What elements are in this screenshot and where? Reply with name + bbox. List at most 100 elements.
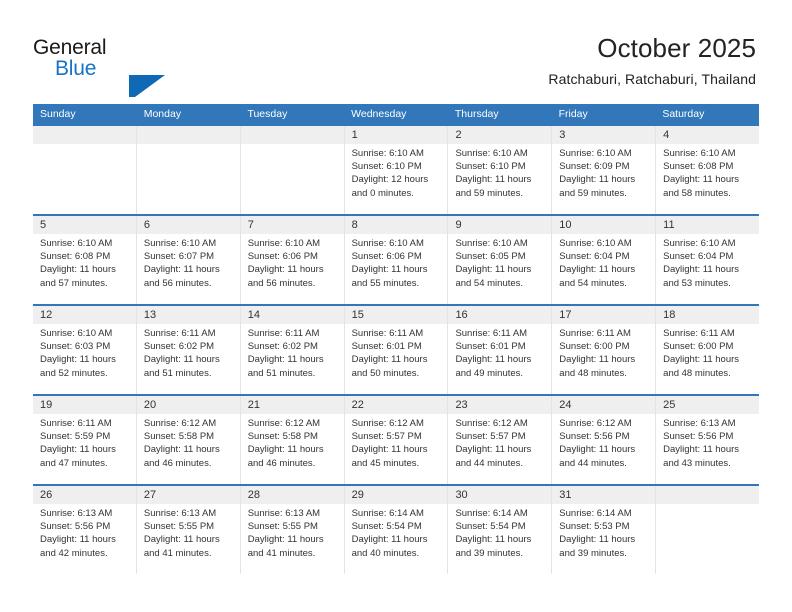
day-sun-info: Sunrise: 6:11 AM Sunset: 6:02 PM Daylight:…: [137, 324, 240, 380]
daylight-text: Daylight: 11 hours and 54 minutes.: [455, 264, 532, 289]
day-cell[interactable]: 30 Sunrise: 6:14 AM Sunset: 5:54 PM Dayligh…: [448, 486, 553, 574]
sunset-text: Sunset: 6:08 PM: [663, 161, 734, 173]
day-sun-info: Sunrise: 6:10 AM Sunset: 6:08 PM Daylight:…: [656, 144, 759, 200]
day-sun-info: Sunrise: 6:10 AM Sunset: 6:04 PM Daylight:…: [552, 234, 655, 290]
day-cell[interactable]: 7 Sunrise: 6:10 AM Sunset: 6:06 PM Daylight…: [240, 216, 345, 304]
sunset-text: Sunset: 6:02 PM: [247, 341, 318, 353]
day-cell[interactable]: 21 Sunrise: 6:12 AM Sunset: 5:58 PM Dayligh…: [240, 396, 345, 484]
sunset-text: Sunset: 5:58 PM: [143, 431, 215, 443]
sunrise-text: Sunrise: 6:10 AM: [455, 238, 528, 249]
day-cell[interactable]: 19 Sunrise: 6:11 AM Sunset: 5:59 PM Dayligh…: [33, 396, 137, 484]
day-sun-info: Sunrise: 6:10 AM Sunset: 6:09 PM Daylight:…: [552, 144, 655, 200]
sunrise-text: Sunrise: 6:10 AM: [663, 238, 736, 249]
sunrise-text: Sunrise: 6:10 AM: [559, 148, 632, 159]
daylight-text: Daylight: 11 hours and 41 minutes.: [247, 534, 324, 559]
weekday-header-wednesday: Wednesday: [351, 108, 407, 120]
sunrise-text: Sunrise: 6:10 AM: [40, 238, 113, 249]
day-cell[interactable]: 23 Sunrise: 6:12 AM Sunset: 5:57 PM Dayligh…: [448, 396, 553, 484]
day-cell[interactable]: 12 Sunrise: 6:10 AM Sunset: 6:03 PM Dayligh…: [33, 306, 137, 394]
sunset-text: Sunset: 6:06 PM: [247, 251, 318, 263]
daylight-text: Daylight: 11 hours and 58 minutes.: [663, 174, 740, 199]
day-number: 23: [448, 396, 552, 414]
sunrise-text: Sunrise: 6:10 AM: [663, 148, 736, 159]
daylight-text: Daylight: 11 hours and 56 minutes.: [143, 264, 220, 289]
day-number: 1: [344, 126, 448, 144]
day-cell[interactable]: 27 Sunrise: 6:13 AM Sunset: 5:55 PM Dayligh…: [136, 486, 241, 574]
day-cell[interactable]: 10 Sunrise: 6:10 AM Sunset: 6:04 PM Dayligh…: [552, 216, 657, 304]
day-number: 3: [552, 126, 656, 144]
day-number: 26: [33, 486, 136, 504]
day-sun-info: Sunrise: 6:12 AM Sunset: 5:56 PM Daylight:…: [552, 414, 655, 470]
day-cell[interactable]: 24 Sunrise: 6:12 AM Sunset: 5:56 PM Dayligh…: [552, 396, 657, 484]
daylight-text: Daylight: 11 hours and 54 minutes.: [559, 264, 636, 289]
daylight-text: Daylight: 11 hours and 50 minutes.: [351, 354, 428, 379]
daylight-text: Daylight: 11 hours and 47 minutes.: [40, 444, 116, 469]
day-cell[interactable]: 4 Sunrise: 6:10 AM Sunset: 6:08 PM Daylight…: [656, 126, 760, 214]
day-cell[interactable]: 25 Sunrise: 6:13 AM Sunset: 5:56 PM Dayligh…: [656, 396, 760, 484]
daylight-text: Daylight: 11 hours and 55 minutes.: [351, 264, 428, 289]
sunset-text: Sunset: 5:55 PM: [247, 521, 318, 533]
day-sun-info: Sunrise: 6:12 AM Sunset: 5:58 PM Daylight:…: [137, 414, 240, 470]
sunset-text: Sunset: 5:55 PM: [143, 521, 215, 533]
day-cell[interactable]: 17 Sunrise: 6:11 AM Sunset: 6:00 PM Dayligh…: [552, 306, 657, 394]
day-cell-empty: [136, 126, 241, 214]
sunset-text: Sunset: 6:10 PM: [455, 161, 526, 173]
sunset-text: Sunset: 6:01 PM: [351, 341, 422, 353]
day-cell[interactable]: 29 Sunrise: 6:14 AM Sunset: 5:54 PM Dayligh…: [344, 486, 449, 574]
daylight-text: Daylight: 11 hours and 56 minutes.: [247, 264, 324, 289]
day-cell[interactable]: 16 Sunrise: 6:11 AM Sunset: 6:01 PM Dayligh…: [448, 306, 553, 394]
day-number: 8: [344, 216, 448, 234]
sunset-text: Sunset: 5:58 PM: [247, 431, 318, 443]
sunrise-text: Sunrise: 6:11 AM: [455, 328, 528, 339]
sunset-text: Sunset: 6:00 PM: [663, 341, 734, 353]
day-cell[interactable]: 18 Sunrise: 6:11 AM Sunset: 6:00 PM Dayligh…: [656, 306, 760, 394]
day-sun-info: Sunrise: 6:11 AM Sunset: 6:00 PM Daylight:…: [552, 324, 655, 380]
sunrise-text: Sunrise: 6:10 AM: [351, 238, 424, 249]
sunset-text: Sunset: 6:00 PM: [559, 341, 630, 353]
daylight-text: Daylight: 11 hours and 59 minutes.: [559, 174, 636, 199]
day-cell[interactable]: 26 Sunrise: 6:13 AM Sunset: 5:56 PM Dayligh…: [33, 486, 137, 574]
day-cell[interactable]: 3 Sunrise: 6:10 AM Sunset: 6:09 PM Daylight…: [552, 126, 657, 214]
day-sun-info: Sunrise: 6:11 AM Sunset: 6:00 PM Daylight:…: [656, 324, 759, 380]
sunset-text: Sunset: 6:10 PM: [351, 161, 422, 173]
day-cell[interactable]: 9 Sunrise: 6:10 AM Sunset: 6:05 PM Daylight…: [448, 216, 553, 304]
day-cell[interactable]: 31 Sunrise: 6:14 AM Sunset: 5:53 PM Dayligh…: [552, 486, 657, 574]
daylight-text: Daylight: 11 hours and 39 minutes.: [559, 534, 636, 559]
day-number: 12: [33, 306, 136, 324]
day-cell[interactable]: 1 Sunrise: 6:10 AM Sunset: 6:10 PM Daylight…: [344, 126, 449, 214]
day-cell[interactable]: 5 Sunrise: 6:10 AM Sunset: 6:08 PM Daylight…: [33, 216, 137, 304]
day-number: [656, 486, 760, 504]
day-cell[interactable]: 20 Sunrise: 6:12 AM Sunset: 5:58 PM Dayligh…: [136, 396, 241, 484]
day-cell[interactable]: 6 Sunrise: 6:10 AM Sunset: 6:07 PM Daylight…: [136, 216, 241, 304]
day-number: 2: [448, 126, 552, 144]
day-cell[interactable]: 22 Sunrise: 6:12 AM Sunset: 5:57 PM Dayligh…: [344, 396, 449, 484]
sunrise-text: Sunrise: 6:14 AM: [351, 508, 424, 519]
day-cell[interactable]: 28 Sunrise: 6:13 AM Sunset: 5:55 PM Dayligh…: [240, 486, 345, 574]
sunset-text: Sunset: 5:56 PM: [663, 431, 734, 443]
daylight-text: Daylight: 11 hours and 48 minutes.: [559, 354, 636, 379]
day-sun-info: Sunrise: 6:12 AM Sunset: 5:58 PM Daylight:…: [241, 414, 344, 470]
sunset-text: Sunset: 6:04 PM: [663, 251, 734, 263]
day-cell[interactable]: 11 Sunrise: 6:10 AM Sunset: 6:04 PM Dayligh…: [656, 216, 760, 304]
day-cell[interactable]: 13 Sunrise: 6:11 AM Sunset: 6:02 PM Dayligh…: [136, 306, 241, 394]
sunrise-text: Sunrise: 6:10 AM: [559, 238, 632, 249]
day-number: 9: [448, 216, 552, 234]
day-number: 13: [136, 306, 240, 324]
daylight-text: Daylight: 11 hours and 49 minutes.: [455, 354, 532, 379]
day-cell[interactable]: 14 Sunrise: 6:11 AM Sunset: 6:02 PM Dayligh…: [240, 306, 345, 394]
daylight-text: Daylight: 11 hours and 45 minutes.: [351, 444, 428, 469]
day-sun-info: Sunrise: 6:11 AM Sunset: 6:01 PM Daylight:…: [448, 324, 551, 380]
general-blue-logo[interactable]: General Blue: [33, 36, 165, 97]
day-number: 22: [344, 396, 448, 414]
day-number: 7: [240, 216, 344, 234]
day-cell[interactable]: 15 Sunrise: 6:11 AM Sunset: 6:01 PM Dayligh…: [344, 306, 449, 394]
sunrise-text: Sunrise: 6:11 AM: [663, 328, 735, 339]
calendar-page: General Blue October 2025 Ratchaburi, Ra…: [0, 0, 792, 612]
logo-text-blue: Blue: [55, 57, 97, 80]
day-cell[interactable]: 8 Sunrise: 6:10 AM Sunset: 6:06 PM Daylight…: [344, 216, 449, 304]
day-cell[interactable]: 2 Sunrise: 6:10 AM Sunset: 6:10 PM Daylight…: [448, 126, 553, 214]
sunset-text: Sunset: 6:05 PM: [455, 251, 526, 263]
day-sun-info: Sunrise: 6:12 AM Sunset: 5:57 PM Daylight:…: [345, 414, 448, 470]
daylight-text: Daylight: 11 hours and 53 minutes.: [663, 264, 740, 289]
weekday-header-sunday: Sunday: [40, 108, 76, 120]
